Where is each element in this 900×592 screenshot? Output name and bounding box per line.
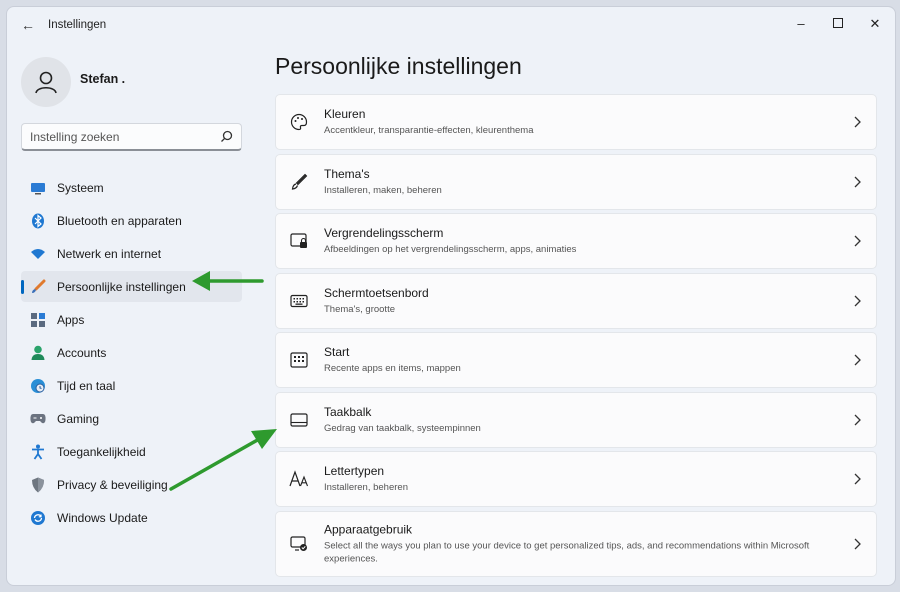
sidebar-item-systeem[interactable]: Systeem	[21, 172, 242, 203]
sidebar-item-label: Tijd en taal	[57, 378, 116, 393]
sidebar-item-label: Systeem	[57, 180, 104, 195]
chevron-right-icon	[854, 295, 861, 306]
card-subtitle: Installeren, beheren	[324, 482, 408, 493]
card-apparaatgebruik[interactable]: Apparaatgebruik Select all the ways you …	[275, 510, 877, 577]
card-title: Lettertypen	[324, 464, 385, 478]
avatar[interactable]	[21, 57, 71, 107]
paintbrush-icon	[30, 279, 46, 295]
sidebar-item-apps[interactable]: Apps	[21, 304, 242, 335]
sidebar-item-gaming[interactable]: Gaming	[21, 403, 242, 434]
shield-icon	[30, 477, 46, 493]
chevron-right-icon	[854, 354, 861, 366]
card-start[interactable]: Start Recente apps en items, mappen	[275, 332, 877, 388]
sidebar-item-label: Persoonlijke instellingen	[57, 279, 186, 294]
card-schermtoetsenbord[interactable]: Schermtoetsenbord Thema's, grootte	[275, 272, 877, 329]
device-usage-icon	[289, 534, 309, 554]
search-placeholder: Instelling zoeken	[30, 130, 120, 144]
user-name: Stefan .	[80, 72, 126, 86]
card-taakbalk[interactable]: Taakbalk Gedrag van taakbalk, systeempin…	[275, 391, 877, 448]
sidebar-item-label: Gaming	[57, 411, 100, 426]
keyboard-icon	[289, 291, 309, 311]
card-title: Schermtoetsenbord	[324, 285, 429, 300]
accessibility-icon	[30, 444, 46, 460]
sidebar-item-label: Privacy & beveiliging	[57, 477, 168, 492]
maximize-icon[interactable]	[818, 11, 858, 37]
minimize-icon[interactable]: –	[781, 11, 821, 37]
sidebar: Stefan . Instelling zoeken Systeem Bluet…	[7, 43, 262, 585]
card-subtitle: Accentkleur, transparantie-effecten, kle…	[324, 125, 534, 136]
card-title: Vergrendelingsscherm	[324, 226, 444, 240]
app-title: Instellingen	[48, 19, 107, 31]
palette-icon	[289, 112, 309, 132]
card-subtitle: Afbeeldingen op het vergrendelingsscherm…	[324, 244, 577, 255]
taskbar-icon	[289, 410, 309, 430]
chevron-right-icon	[854, 176, 861, 187]
search-icon[interactable]	[220, 130, 233, 148]
wifi-icon	[30, 246, 46, 262]
lockscreen-icon	[289, 231, 309, 251]
sidebar-item-label: Apps	[57, 312, 85, 327]
card-lettertypen[interactable]: Lettertypen Installeren, beheren	[275, 451, 877, 507]
main-content: Persoonlijke instellingen Kleuren Accent…	[275, 43, 895, 585]
title-bar: ← Instellingen – ✕	[7, 7, 895, 43]
card-kleuren[interactable]: Kleuren Accentkleur, transparantie-effec…	[275, 94, 877, 150]
bluetooth-icon	[30, 213, 46, 229]
sidebar-item-label: Accounts	[57, 345, 107, 360]
card-subtitle: Select all the ways you plan to use your…	[324, 540, 810, 564]
chevron-right-icon	[854, 414, 861, 425]
fonts-icon	[289, 469, 309, 489]
person-avatar-icon	[35, 71, 57, 94]
card-title: Taakbalk	[324, 404, 372, 419]
card-subtitle: Recente apps en items, mappen	[324, 363, 461, 374]
back-arrow-icon[interactable]: ←	[17, 15, 39, 35]
chevron-right-icon	[854, 538, 861, 549]
sidebar-item-label: Toegankelijkheid	[57, 444, 146, 459]
card-title: Thema's	[324, 166, 370, 181]
card-subtitle: Installeren, maken, beheren	[324, 184, 442, 196]
search-input[interactable]: Instelling zoeken	[21, 123, 242, 151]
sidebar-item-label: Netwerk en internet	[57, 246, 162, 261]
chevron-right-icon	[854, 235, 861, 247]
close-icon[interactable]: ✕	[855, 11, 895, 37]
apps-icon	[30, 312, 46, 328]
chevron-right-icon	[854, 473, 861, 485]
sidebar-item-windows-update[interactable]: Windows Update	[21, 502, 242, 533]
sidebar-item-netwerk[interactable]: Netwerk en internet	[21, 238, 242, 269]
start-icon	[289, 350, 309, 370]
brush-icon	[289, 172, 309, 192]
sidebar-item-bluetooth[interactable]: Bluetooth en apparaten	[21, 205, 242, 236]
sidebar-item-privacy[interactable]: Privacy & beveiliging	[21, 469, 242, 500]
sidebar-item-tijd-en-taal[interactable]: Tijd en taal	[21, 370, 242, 401]
settings-card-list: Kleuren Accentkleur, transparantie-effec…	[275, 94, 877, 580]
globe-clock-icon	[30, 378, 46, 394]
sidebar-item-label: Windows Update	[57, 510, 148, 525]
card-title: Apparaatgebruik	[324, 522, 413, 536]
sidebar-item-label: Bluetooth en apparaten	[57, 213, 182, 228]
page-title: Persoonlijke instellingen	[275, 53, 522, 79]
card-title: Start	[324, 345, 350, 359]
chevron-right-icon	[854, 116, 861, 128]
person-icon	[30, 345, 46, 361]
card-subtitle: Gedrag van taakbalk, systeempinnen	[324, 422, 481, 434]
settings-window: ← Instellingen – ✕ Stefan . Instelling z…	[6, 6, 896, 586]
gamepad-icon	[30, 411, 46, 427]
update-icon	[30, 510, 46, 526]
sidebar-item-persoonlijke-instellingen[interactable]: Persoonlijke instellingen	[21, 271, 242, 302]
sidebar-item-accounts[interactable]: Accounts	[21, 337, 242, 368]
sidebar-nav: Systeem Bluetooth en apparaten Netwerk e…	[21, 172, 242, 535]
card-subtitle: Thema's, grootte	[324, 303, 395, 315]
sidebar-item-toegankelijkheid[interactable]: Toegankelijkheid	[21, 436, 242, 467]
monitor-icon	[30, 180, 46, 196]
card-vergrendelingsscherm[interactable]: Vergrendelingsscherm Afbeeldingen op het…	[275, 213, 877, 269]
card-title: Kleuren	[324, 107, 366, 121]
card-themas[interactable]: Thema's Installeren, maken, beheren	[275, 153, 877, 210]
